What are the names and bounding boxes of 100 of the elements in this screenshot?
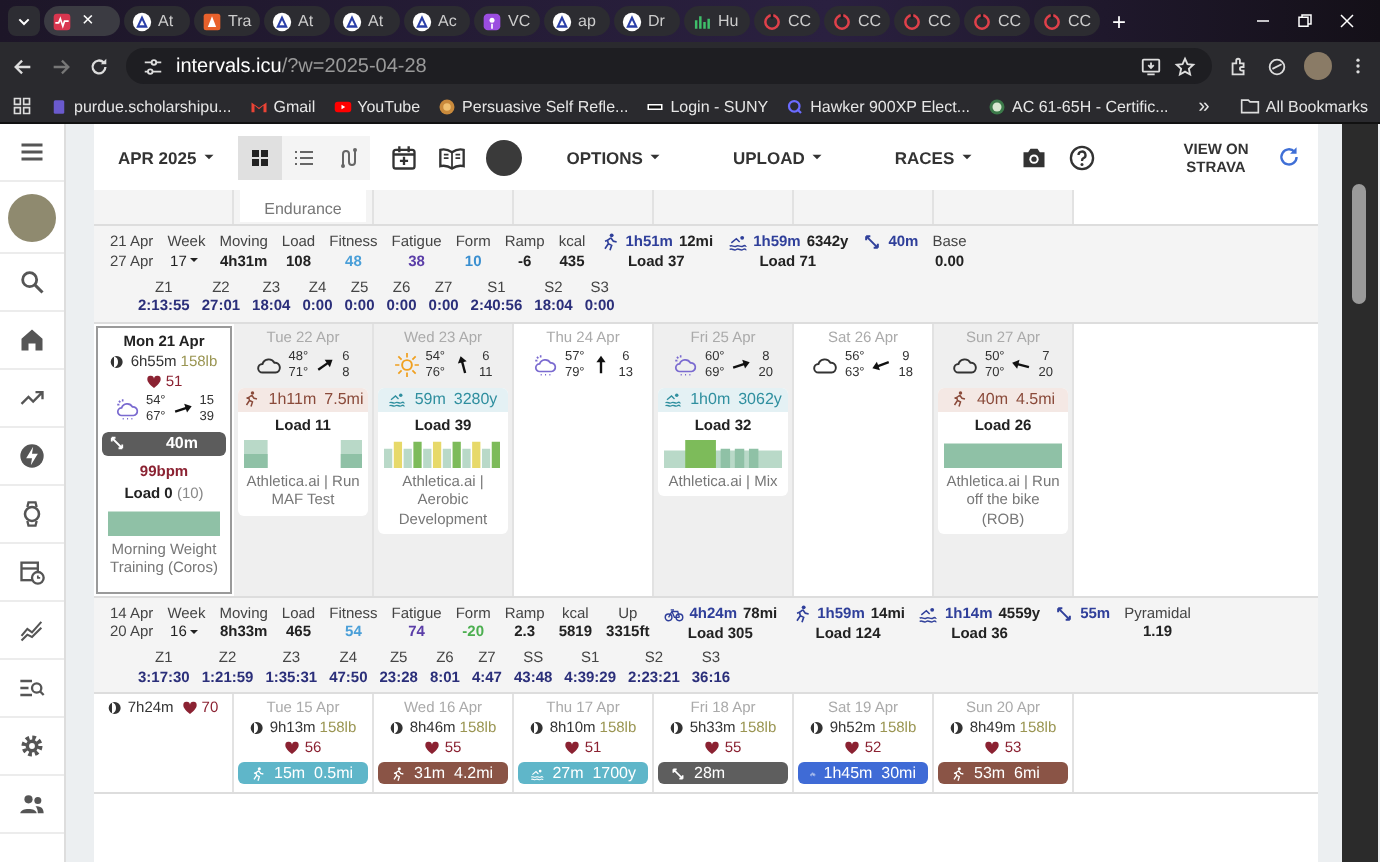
moon-icon <box>249 720 266 736</box>
activity-header[interactable]: 40m <box>102 431 226 455</box>
menu-button[interactable]: RACES <box>894 147 977 167</box>
wind-arrow-icon <box>314 354 337 376</box>
activity-chip[interactable]: 31m 4.2mi <box>378 762 508 784</box>
list-view-button[interactable] <box>282 135 327 179</box>
browser-tab[interactable]: Ac <box>404 6 470 36</box>
activity-header[interactable]: 1h11m 7.5mi <box>238 387 368 411</box>
book-button[interactable] <box>438 143 467 171</box>
triangle-logo-icon <box>412 11 432 31</box>
more-bookmarks-button[interactable]: » <box>1186 93 1222 119</box>
bar-chart-icon <box>692 11 712 31</box>
address-field[interactable]: intervals.icu/?w=2025-04-28 <box>126 48 1212 84</box>
activity-chip[interactable]: 1h45m 30mi <box>798 762 928 784</box>
seal-icon <box>988 97 1007 115</box>
activity-chip[interactable]: 53m 6mi <box>938 762 1068 784</box>
route-view-button[interactable] <box>326 135 371 179</box>
menu-icon[interactable] <box>18 138 46 166</box>
bookmark-link[interactable]: purdue.scholarshipu... <box>50 97 232 115</box>
camera-button[interactable] <box>1020 143 1049 171</box>
cloud-icon <box>256 352 283 378</box>
help-button[interactable] <box>1068 143 1097 171</box>
browser-tab[interactable]: CC <box>824 6 890 36</box>
restore-icon[interactable] <box>1296 12 1314 30</box>
refresh-button[interactable] <box>1276 144 1302 170</box>
close-tab-button[interactable]: × <box>82 11 94 31</box>
ring-logo-icon <box>762 11 782 31</box>
calendar-clock-icon[interactable] <box>18 558 46 586</box>
settings-icon[interactable] <box>18 732 46 760</box>
workout-title[interactable]: Endurance <box>240 190 366 222</box>
all-bookmarks-button[interactable]: All Bookmarks <box>1239 96 1368 116</box>
swimmer-icon <box>918 603 939 623</box>
route-icon <box>336 145 361 169</box>
activity-chip[interactable]: 28m <box>658 762 788 784</box>
swimmer-icon <box>530 765 545 781</box>
browser-tab[interactable]: Tra <box>194 6 260 36</box>
browser-tab[interactable]: At <box>334 6 400 36</box>
browser-tab[interactable]: CC <box>754 6 820 36</box>
browser-tab[interactable]: CC <box>1034 6 1100 36</box>
bookmark-link[interactable]: Login - SUNY <box>646 97 769 115</box>
people-icon[interactable] <box>18 790 46 818</box>
bookmark-link[interactable]: Hawker 900XP Elect... <box>786 97 971 115</box>
new-tab-button[interactable]: + <box>1104 7 1135 35</box>
folder-icon <box>1239 96 1260 116</box>
bolt-icon[interactable] <box>18 442 46 470</box>
ring-logo-icon <box>1042 11 1062 31</box>
help-icon <box>1068 143 1097 171</box>
line-chart-icon[interactable] <box>18 616 46 644</box>
menu-button[interactable]: OPTIONS <box>566 147 665 167</box>
workout-profile-chart <box>108 507 220 535</box>
list-icon <box>292 145 317 169</box>
bookmark-link[interactable]: AC 61-65H - Certific... <box>988 97 1169 115</box>
triangle-logo-icon <box>552 11 572 31</box>
browser-tab[interactable]: Hu <box>684 6 750 36</box>
browser-tab[interactable]: CC <box>964 6 1030 36</box>
search-icon[interactable] <box>18 268 46 296</box>
menu-button[interactable]: UPLOAD <box>732 147 827 167</box>
browser-tab[interactable]: At <box>264 6 330 36</box>
swimmer-icon <box>388 390 407 408</box>
document-icon <box>50 97 68 115</box>
profile-avatar[interactable] <box>1304 52 1332 80</box>
reload-icon[interactable] <box>88 55 110 77</box>
workout-profile-chart <box>244 439 362 467</box>
forward-arrow-icon[interactable] <box>50 55 72 77</box>
diagonal-arrows-icon <box>862 232 883 252</box>
browser-tab[interactable]: Dr <box>614 6 680 36</box>
tune-icon[interactable] <box>142 55 164 77</box>
heart-icon <box>145 373 162 389</box>
activity-header[interactable]: 40m 4.5mi <box>938 387 1068 411</box>
extensions-icon[interactable] <box>1228 55 1250 77</box>
add-calendar-button[interactable] <box>390 143 419 171</box>
month-button[interactable]: APR 2025 <box>118 147 219 167</box>
sync-icon[interactable] <box>1266 55 1288 77</box>
moon-icon <box>110 353 127 369</box>
home-icon[interactable] <box>18 326 46 354</box>
bookmark-link[interactable]: Gmail <box>249 97 316 115</box>
ring-logo-icon <box>832 11 852 31</box>
browser-tab[interactable]: VC <box>474 6 540 36</box>
install-icon[interactable] <box>1140 55 1162 77</box>
star-icon[interactable] <box>1174 55 1196 77</box>
watch-icon[interactable] <box>18 500 46 528</box>
back-arrow-icon[interactable] <box>12 55 34 77</box>
workout-profile-chart <box>944 439 1062 467</box>
tab-list-button[interactable] <box>8 6 40 36</box>
browser-tab[interactable]: At <box>124 6 190 36</box>
cloud-sun-icon <box>532 352 559 378</box>
running-person-icon <box>250 765 266 781</box>
running-person-icon <box>950 765 966 781</box>
avatar[interactable] <box>486 139 523 175</box>
browser-tab[interactable]: ap <box>544 6 610 36</box>
bookmark-link[interactable]: Persuasive Self Refle... <box>438 97 629 115</box>
close-icon[interactable] <box>1338 12 1356 30</box>
apps-grid-icon[interactable] <box>12 96 32 116</box>
list-search-icon[interactable] <box>18 674 46 702</box>
browser-tab[interactable]: × <box>44 6 120 36</box>
grid-view-button[interactable] <box>238 135 283 179</box>
scrollbar-thumb[interactable] <box>1352 184 1366 304</box>
browser-tab[interactable]: CC <box>894 6 960 36</box>
triangle-logo-icon <box>202 11 222 31</box>
bookmark-link[interactable]: YouTube <box>333 97 421 115</box>
